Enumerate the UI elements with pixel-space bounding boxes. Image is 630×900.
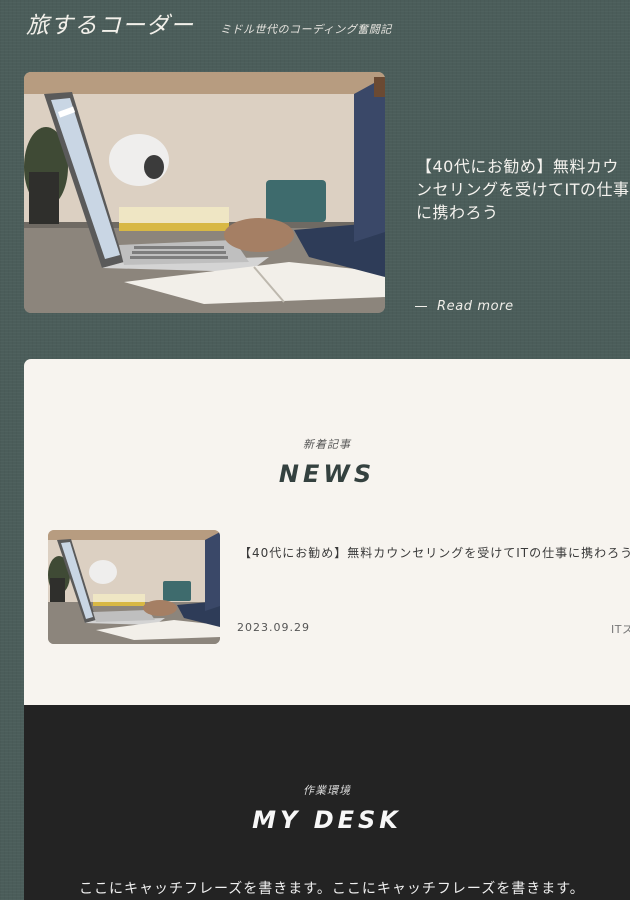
desk-subheading: 作業環境 (303, 784, 351, 797)
laptop-desk-photo (24, 72, 385, 313)
news-section: 新着記事 NEWS 【40代にお勧め】無料カウンセリングを受けてITの仕事に携わ… (24, 359, 630, 705)
hero-article-title[interactable]: 【40代にお勧め】無料カウンセリングを受けてITの仕事に携わろう (416, 157, 630, 222)
desk-catchphrase: ここにキャッチフレーズを書きます。ここにキャッチフレーズを書きます。 (79, 881, 585, 897)
read-more-dash (415, 306, 427, 307)
my-desk-section: 作業環境 MY DESK ここにキャッチフレーズを書きます。ここにキャッチフレー… (24, 705, 630, 900)
hero-article-copy: 【40代にお勧め】無料カウンセリングを受けてITの仕事に携わろう (416, 155, 630, 224)
read-more-label: Read more (437, 299, 514, 314)
read-more-link[interactable]: Read more (415, 299, 514, 314)
desk-heading: MY DESK (252, 806, 402, 834)
site-title[interactable]: 旅するコーダー (26, 6, 194, 40)
site-tagline: ミドル世代のコーディング奮闘記 (220, 23, 392, 36)
news-item-category[interactable]: ITス (611, 621, 630, 637)
news-item-thumbnail[interactable] (48, 530, 220, 644)
news-heading: NEWS (278, 460, 376, 488)
news-item-date: 2023.09.29 (237, 621, 310, 634)
news-item-title[interactable]: 【40代にお勧め】無料カウンセリングを受けてITの仕事に携わろう (239, 544, 630, 561)
site-header: 旅するコーダー ミドル世代のコーディング奮闘記 (26, 6, 392, 39)
hero-article-image[interactable] (24, 72, 385, 313)
news-subheading: 新着記事 (303, 438, 351, 451)
laptop-desk-thumbnail-photo (48, 530, 220, 644)
